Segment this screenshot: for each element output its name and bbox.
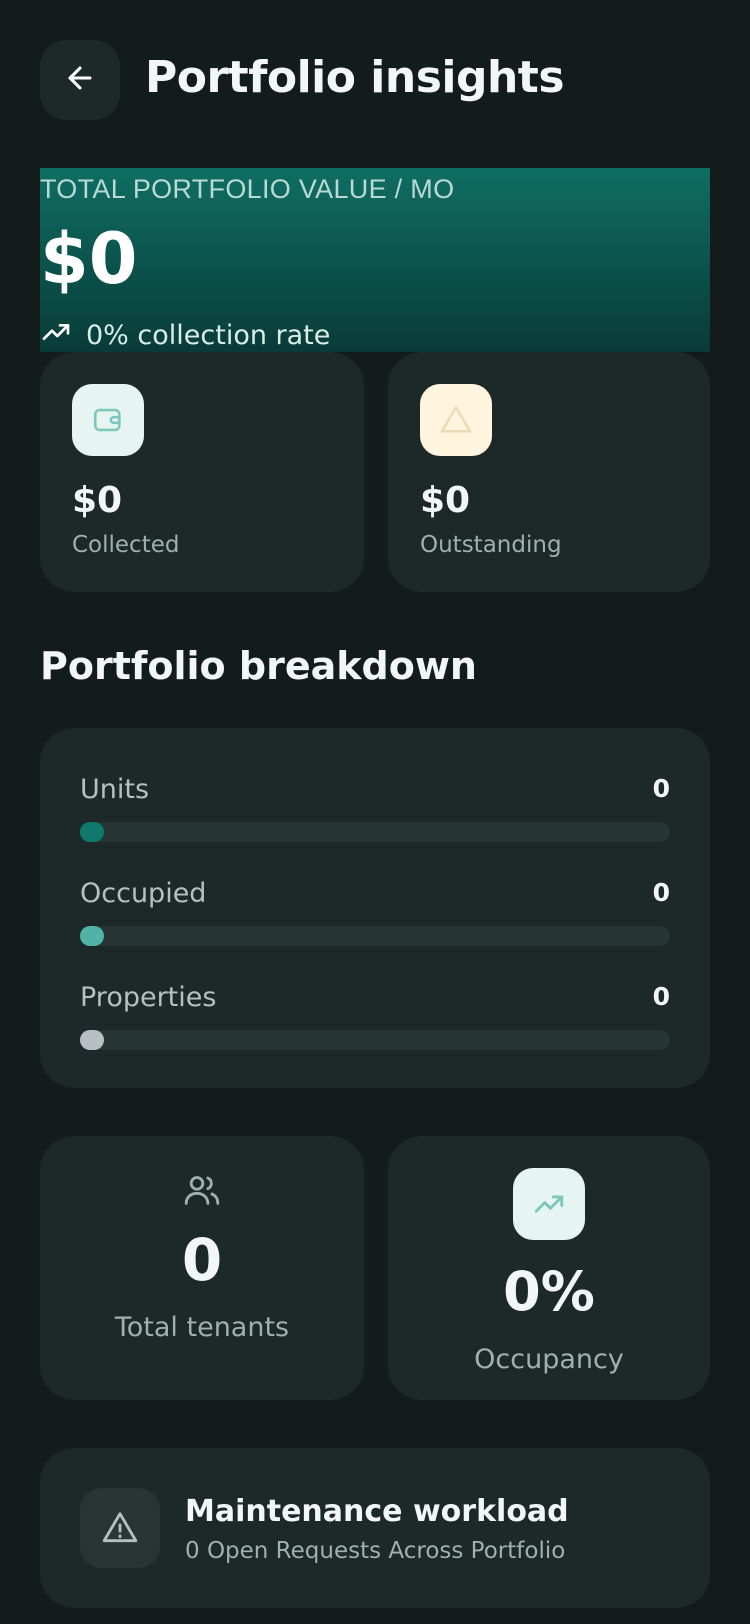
portfolio-value: $0 <box>40 218 138 300</box>
portfolio-value-banner: TOTAL PORTFOLIO VALUE / MO $0 0% collect… <box>40 168 710 352</box>
progress-track <box>80 822 670 842</box>
outstanding-value: $0 <box>420 480 471 521</box>
occupancy-label: Occupancy <box>474 1344 624 1375</box>
breakdown-value: 0 <box>652 982 670 1011</box>
collection-rate-text: 0% collection rate <box>86 320 331 351</box>
outstanding-card[interactable]: $0 Outstanding <box>388 352 710 592</box>
occupancy-value: 0% <box>503 1260 595 1323</box>
trending-up-icon <box>40 316 72 355</box>
back-button[interactable] <box>40 40 120 120</box>
breakdown-label: Occupied <box>80 878 207 909</box>
collected-value: $0 <box>72 480 123 521</box>
outstanding-label: Outstanding <box>420 532 562 558</box>
breakdown-value: 0 <box>652 878 670 907</box>
users-icon <box>40 1170 364 1214</box>
trending-up-icon <box>513 1168 585 1240</box>
progress-track <box>80 1030 670 1050</box>
breakdown-row-properties: Properties 0 <box>80 982 670 1062</box>
total-tenants-card[interactable]: 0 Total tenants <box>40 1136 364 1400</box>
maintenance-subtitle: 0 Open Requests Across Portfolio <box>185 1538 566 1564</box>
breakdown-row-units: Units 0 <box>80 774 670 854</box>
breakdown-row-occupied: Occupied 0 <box>80 878 670 958</box>
maintenance-title: Maintenance workload <box>185 1494 569 1529</box>
breakdown-label: Units <box>80 774 150 805</box>
progress-fill <box>80 1030 104 1050</box>
total-tenants-value: 0 <box>181 1226 223 1294</box>
arrow-left-icon <box>63 61 97 99</box>
warning-triangle-icon <box>80 1488 160 1568</box>
maintenance-workload-card[interactable]: Maintenance workload 0 Open Requests Acr… <box>40 1448 710 1608</box>
portfolio-value-label: TOTAL PORTFOLIO VALUE / MO <box>40 174 455 204</box>
progress-fill <box>80 822 104 842</box>
progress-track <box>80 926 670 946</box>
section-title-breakdown: Portfolio breakdown <box>40 644 477 688</box>
collected-card[interactable]: $0 Collected <box>40 352 364 592</box>
total-tenants-label: Total tenants <box>114 1312 290 1343</box>
portfolio-breakdown-card: Units 0 Occupied 0 Properties 0 <box>40 728 710 1088</box>
breakdown-value: 0 <box>652 774 670 803</box>
progress-fill <box>80 926 104 946</box>
occupancy-card[interactable]: 0% Occupancy <box>388 1136 710 1400</box>
wallet-icon <box>72 384 144 456</box>
page-title: Portfolio insights <box>145 52 565 103</box>
portfolio-insights-screen: Portfolio insights TOTAL PORTFOLIO VALUE… <box>0 0 750 1624</box>
collection-rate: 0% collection rate <box>40 316 330 355</box>
warning-triangle-icon <box>420 384 492 456</box>
breakdown-label: Properties <box>80 982 217 1013</box>
collected-label: Collected <box>72 532 180 558</box>
